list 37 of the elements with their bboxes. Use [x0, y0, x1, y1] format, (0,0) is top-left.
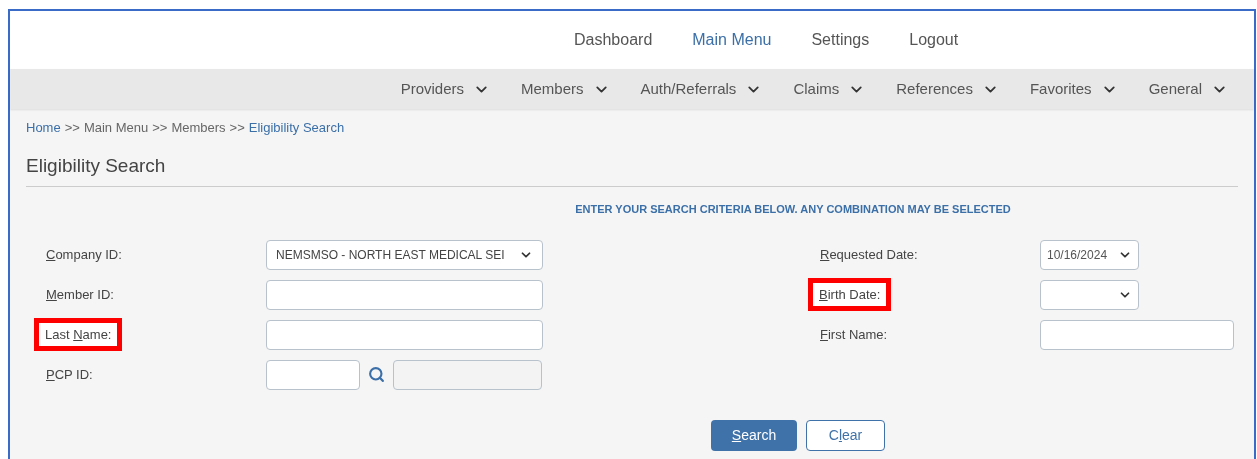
input-field[interactable]	[266, 359, 360, 390]
nav-link[interactable]: Main Menu	[692, 28, 772, 52]
field-label: Birth Date:	[808, 277, 892, 312]
menu-dropdown[interactable]: Claims	[793, 77, 866, 101]
menu-dropdown[interactable]: Members	[521, 77, 610, 101]
menu-dropdown[interactable]: Providers	[400, 77, 490, 101]
breadcrumb-separator: >>	[64, 119, 80, 137]
input-field[interactable]	[1040, 319, 1234, 350]
search-button[interactable]: Search	[711, 419, 797, 451]
breadcrumb-text: Members	[171, 119, 226, 137]
menu-dropdown[interactable]: Favorites	[1029, 77, 1118, 101]
breadcrumb-separator: >>	[229, 119, 245, 137]
field-label: Last Name:	[34, 317, 123, 352]
menu-dropdown[interactable]: Auth/Referrals	[640, 77, 763, 101]
clear-button[interactable]: Clear	[806, 419, 885, 451]
menu-dropdown[interactable]: References	[896, 77, 999, 101]
input-field[interactable]	[266, 319, 543, 350]
field-label: PCP ID:	[46, 365, 93, 384]
field-label: Company ID:	[46, 245, 122, 264]
nav-link[interactable]: Logout	[909, 28, 959, 52]
company-select[interactable]: NEMSMSO - NORTH EAST MEDICAL SEI	[266, 239, 543, 270]
page-title: Eligibility Search	[26, 153, 167, 178]
field-label: Member ID:	[46, 285, 114, 304]
field-label: First Name:	[820, 325, 888, 344]
instructions-text: ENTER YOUR SEARCH CRITERIA BELOW. ANY COMBINATION MAY BE SELECTED	[575, 202, 1011, 217]
breadcrumb-link[interactable]: Home	[26, 118, 61, 138]
date-select[interactable]: 10/16/2024	[1040, 239, 1139, 270]
menu-dropdown[interactable]: General	[1148, 77, 1228, 101]
nav-link[interactable]: Dashboard	[574, 28, 653, 52]
nav-link[interactable]: Settings	[811, 28, 870, 52]
input-field[interactable]	[266, 279, 543, 310]
search-icon[interactable]	[368, 366, 385, 383]
breadcrumb-link[interactable]: Eligibility Search	[248, 118, 345, 138]
breadcrumb-separator: >>	[152, 119, 168, 137]
field-label: Requested Date:	[820, 245, 918, 264]
date-select[interactable]	[1040, 279, 1139, 310]
breadcrumb-text: Main Menu	[83, 119, 149, 137]
